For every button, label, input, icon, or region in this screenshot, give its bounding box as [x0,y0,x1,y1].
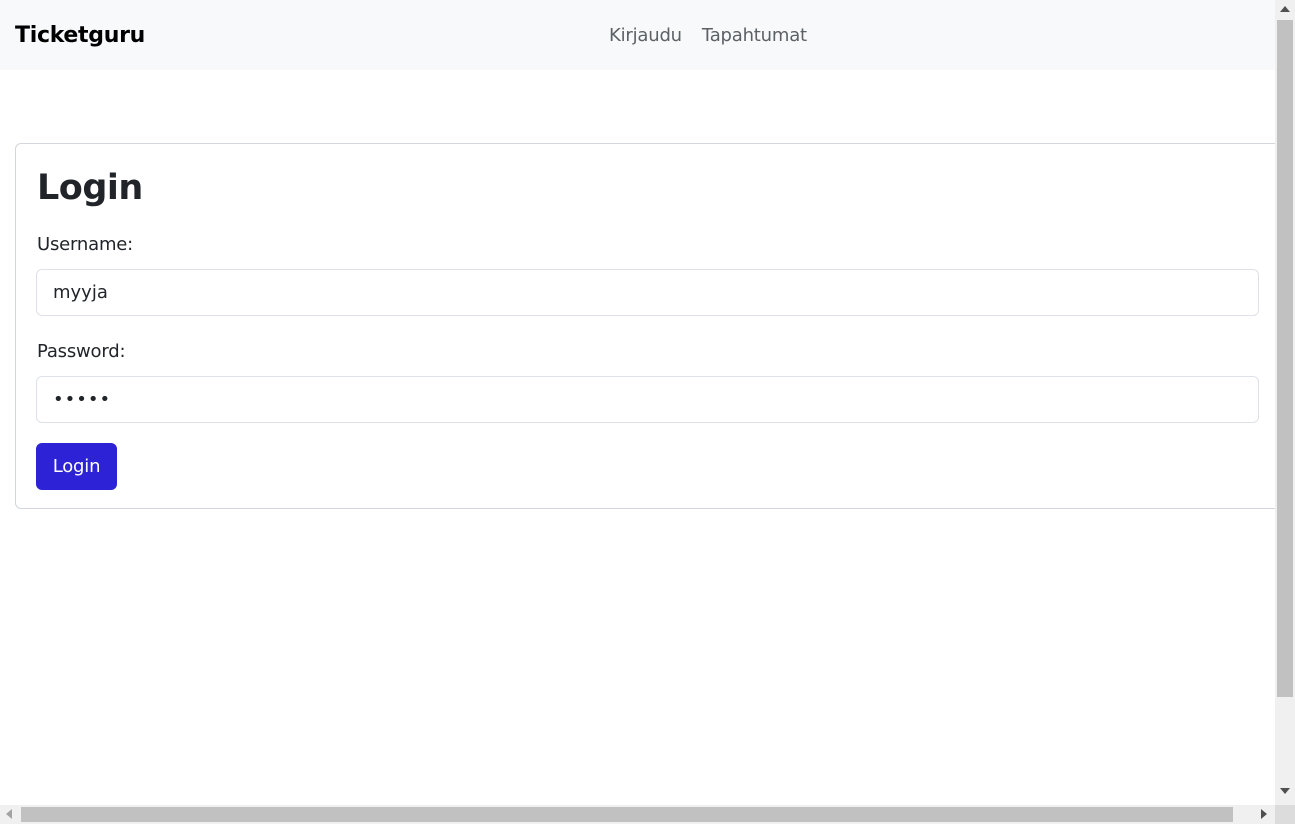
scroll-left-icon[interactable] [6,809,12,819]
password-input[interactable] [36,376,1259,423]
horizontal-scroll-thumb[interactable] [21,807,1233,822]
scrollbar-corner [1275,805,1295,824]
nav-link-tapahtumat[interactable]: Tapahtumat [702,24,807,48]
navbar: Ticketguru Kirjaudu Tapahtumat [0,0,1275,70]
nav-link-kirjaudu[interactable]: Kirjaudu [609,24,682,48]
nav-links: Kirjaudu Tapahtumat [609,24,807,48]
scroll-down-icon[interactable] [1280,788,1290,794]
page-viewport: Ticketguru Kirjaudu Tapahtumat Login Use… [0,0,1275,805]
brand-logo[interactable]: Ticketguru [15,21,145,51]
username-input[interactable] [36,269,1259,316]
page-title: Login [37,168,143,208]
password-label: Password: [37,341,126,362]
login-card: Login Username: Password: Login [15,143,1275,509]
login-button[interactable]: Login [36,443,117,490]
horizontal-scrollbar[interactable] [0,805,1275,824]
vertical-scroll-thumb[interactable] [1277,20,1293,697]
scroll-right-icon[interactable] [1261,809,1267,819]
username-label: Username: [37,234,134,255]
vertical-scrollbar[interactable] [1275,0,1295,805]
scroll-up-icon[interactable] [1280,6,1290,12]
